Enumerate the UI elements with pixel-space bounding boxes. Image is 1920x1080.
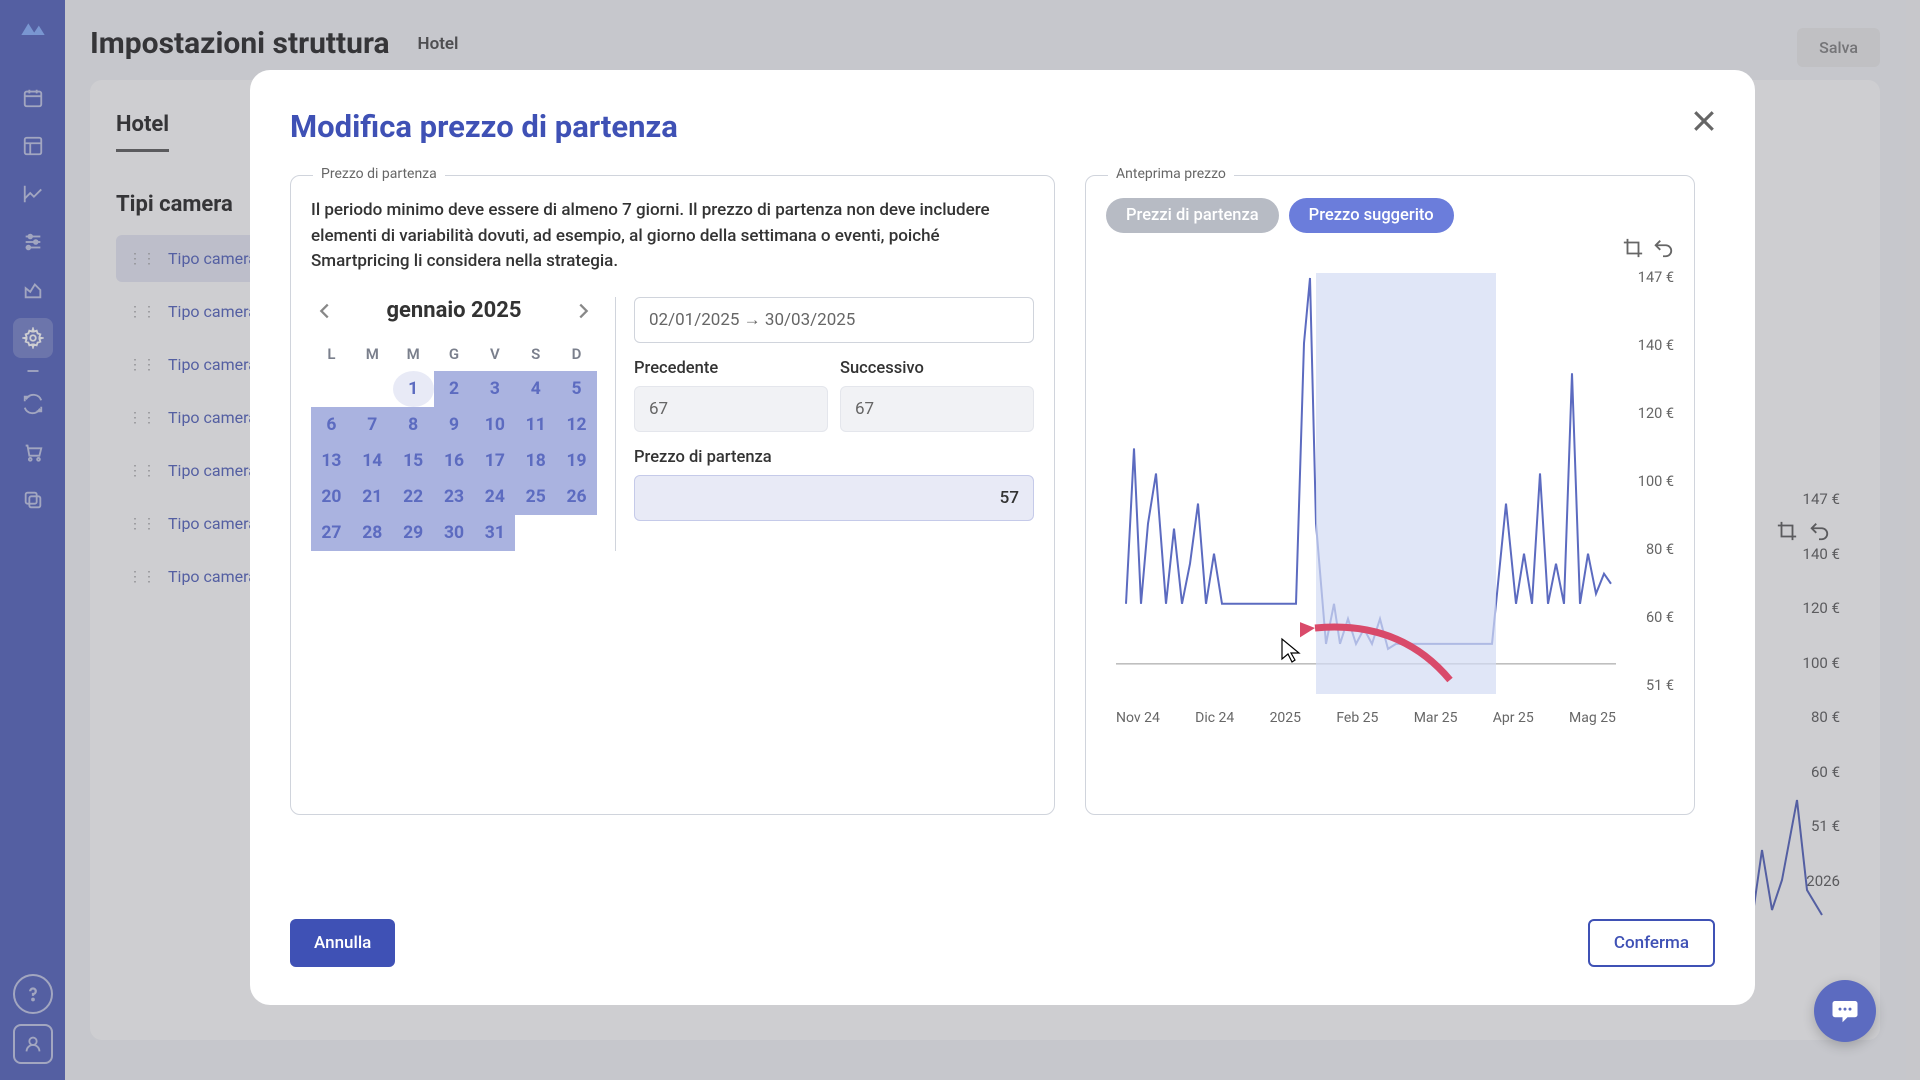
cal-day[interactable]: 25 [515, 479, 556, 515]
cal-day[interactable]: 3 [474, 371, 515, 407]
crop-icon[interactable] [1622, 237, 1644, 259]
dow: M [393, 337, 434, 371]
confirm-button[interactable]: Conferma [1588, 919, 1715, 967]
price-fields: 02/01/2025 → 30/03/2025 Precedente 67 Su… [634, 297, 1034, 551]
calendar-next-icon[interactable] [569, 297, 597, 325]
cal-day[interactable]: 19 [556, 443, 597, 479]
cal-day[interactable]: 8 [393, 407, 434, 443]
cal-day[interactable]: 31 [474, 515, 515, 551]
cal-day[interactable]: 22 [393, 479, 434, 515]
dow: S [515, 337, 556, 371]
close-icon[interactable] [1689, 106, 1719, 136]
y-tick: 120 € [1638, 405, 1674, 422]
cal-day[interactable]: 7 [352, 407, 393, 443]
fieldset-anteprima: Anteprima prezzo Prezzi di partenza Prez… [1085, 175, 1695, 815]
cal-day[interactable]: 14 [352, 443, 393, 479]
cal-day[interactable]: 4 [515, 371, 556, 407]
calendar-month: gennaio 2025 [386, 298, 521, 323]
fieldset-prezzo-partenza: Prezzo di partenza Il periodo minimo dev… [290, 175, 1055, 815]
chat-bubble-icon[interactable] [1814, 980, 1876, 1042]
cal-day[interactable]: 23 [434, 479, 475, 515]
cal-day[interactable]: 10 [474, 407, 515, 443]
cal-day[interactable]: 13 [311, 443, 352, 479]
cal-day[interactable]: 27 [311, 515, 352, 551]
cal-day[interactable]: 6 [311, 407, 352, 443]
price-label: Prezzo di partenza [634, 448, 1034, 467]
y-tick: 80 € [1646, 541, 1674, 558]
price-chart: 147 € 140 € 120 € 100 € 80 € 60 € 51 € N… [1106, 269, 1674, 734]
pill-prezzo-suggerito[interactable]: Prezzo suggerito [1289, 198, 1454, 233]
chart-x-axis: Nov 24 Dic 24 2025 Feb 25 Mar 25 Apr 25 … [1116, 710, 1616, 726]
cal-day[interactable]: 18 [515, 443, 556, 479]
cancel-button[interactable]: Annulla [290, 919, 395, 967]
x-tick: Apr 25 [1493, 710, 1534, 726]
chart-y-axis: 147 € 140 € 120 € 100 € 80 € 60 € 51 € [1624, 269, 1674, 694]
cal-day[interactable]: 2 [434, 371, 475, 407]
dow: V [474, 337, 515, 371]
cal-day[interactable]: 24 [474, 479, 515, 515]
dow: G [434, 337, 475, 371]
chart-highlight-zone [1316, 273, 1496, 694]
cal-day[interactable]: 21 [352, 479, 393, 515]
x-tick: Feb 25 [1336, 710, 1378, 726]
modal-edit-price: Modifica prezzo di partenza Prezzo di pa… [250, 70, 1755, 1005]
cursor-icon [1280, 637, 1302, 663]
x-tick: Mar 25 [1414, 710, 1458, 726]
cal-day[interactable]: 1 [393, 371, 434, 407]
fieldset-label: Prezzo di partenza [313, 166, 445, 182]
next-label: Successivo [840, 359, 1034, 378]
calendar-prev-icon[interactable] [311, 297, 339, 325]
cal-day[interactable]: 16 [434, 443, 475, 479]
modal-description: Il periodo minimo deve essere di almeno … [311, 198, 1034, 275]
undo-icon[interactable] [1652, 237, 1674, 259]
price-input[interactable]: 57 [634, 475, 1034, 521]
x-tick: 2025 [1270, 710, 1301, 726]
prev-label: Precedente [634, 359, 828, 378]
cal-day[interactable]: 26 [556, 479, 597, 515]
cal-day[interactable]: 12 [556, 407, 597, 443]
cal-day[interactable]: 28 [352, 515, 393, 551]
y-tick: 147 € [1638, 269, 1674, 286]
cal-day[interactable]: 15 [393, 443, 434, 479]
date-range-input[interactable]: 02/01/2025 → 30/03/2025 [634, 297, 1034, 343]
cal-day[interactable]: 29 [393, 515, 434, 551]
fieldset-label: Anteprima prezzo [1108, 166, 1234, 182]
dow: D [556, 337, 597, 371]
modal-title: Modifica prezzo di partenza [290, 108, 1715, 145]
cal-day[interactable]: 9 [434, 407, 475, 443]
x-tick: Nov 24 [1116, 710, 1160, 726]
x-tick: Dic 24 [1195, 710, 1234, 726]
cal-day[interactable]: 17 [474, 443, 515, 479]
dow: M [352, 337, 393, 371]
next-input: 67 [840, 386, 1034, 432]
x-tick: Mag 25 [1569, 710, 1616, 726]
y-tick: 140 € [1638, 337, 1674, 354]
y-tick: 100 € [1638, 473, 1674, 490]
cal-day[interactable]: 30 [434, 515, 475, 551]
cal-day[interactable]: 5 [556, 371, 597, 407]
dow: L [311, 337, 352, 371]
calendar: gennaio 2025 L M M G V S D 1 2 3 [311, 297, 616, 551]
prev-input: 67 [634, 386, 828, 432]
y-tick: 51 € [1646, 677, 1674, 694]
cal-day[interactable]: 20 [311, 479, 352, 515]
pill-prezzi-partenza[interactable]: Prezzi di partenza [1106, 198, 1279, 233]
cal-day[interactable]: 11 [515, 407, 556, 443]
y-tick: 60 € [1646, 609, 1674, 626]
